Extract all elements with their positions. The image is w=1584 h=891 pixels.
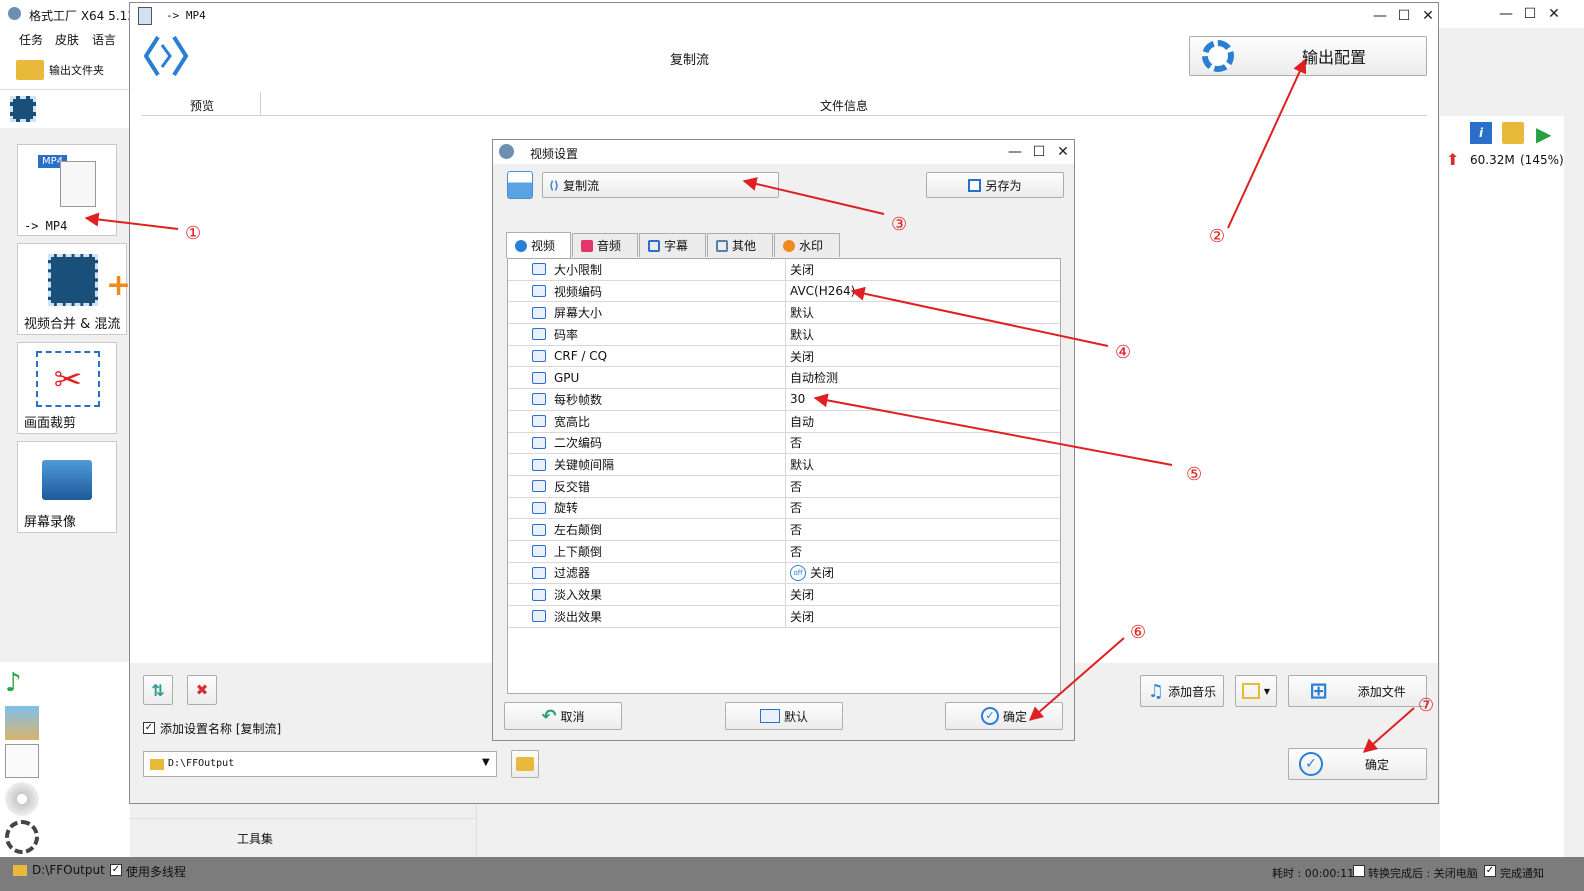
arrow-5 — [813, 393, 1173, 466]
annotation-arrows — [84, 58, 1415, 753]
annotation-4: ④ — [1115, 342, 1132, 363]
arrow-1 — [84, 212, 179, 230]
annotation-5: ⑤ — [1186, 464, 1203, 485]
arrow-4 — [850, 286, 1109, 347]
annotation-6: ⑥ — [1130, 622, 1147, 643]
annotation-3: ③ — [891, 214, 908, 235]
arrow-7 — [1362, 707, 1415, 753]
arrow-6 — [1028, 637, 1125, 721]
arrow-2 — [1227, 58, 1307, 229]
arrow-3 — [742, 177, 885, 215]
annotation-1: ① — [185, 223, 202, 244]
annotation-2: ② — [1209, 226, 1226, 247]
annotation-7: ⑦ — [1418, 695, 1435, 716]
